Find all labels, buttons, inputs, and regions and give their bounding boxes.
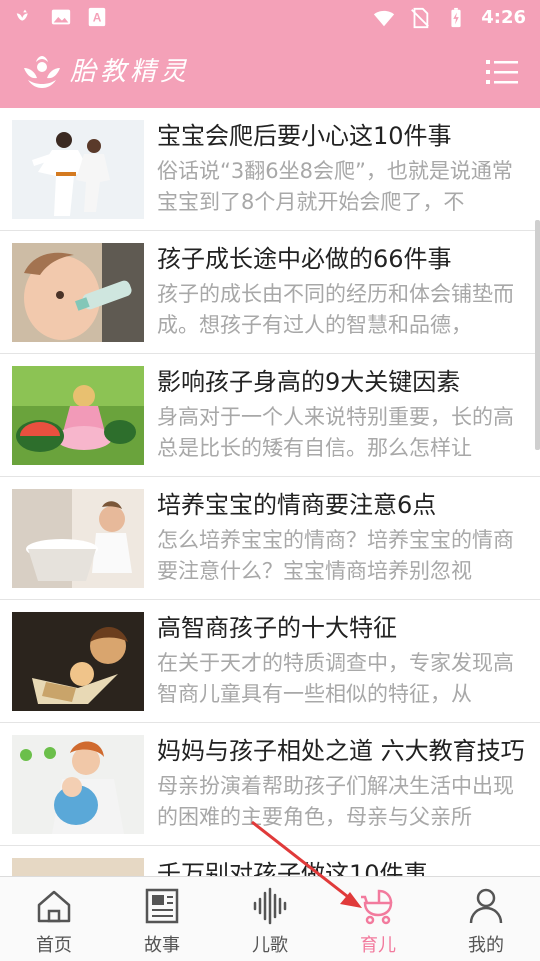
article-thumbnail — [12, 243, 144, 342]
app-notification-icon — [16, 9, 28, 21]
article-thumbnail — [12, 366, 144, 465]
app-title: 胎教精灵 — [70, 57, 191, 87]
clock-time: 4:26 — [481, 7, 526, 28]
stroller-icon — [361, 889, 393, 925]
tab-label: 育儿 — [360, 935, 396, 956]
no-sim-icon — [411, 7, 430, 29]
article-item[interactable]: 孩子成长途中必做的66件事 孩子的成长由不同的经历和体会铺垫而成。想孩子有过人的… — [0, 231, 540, 354]
article-thumbnail — [12, 489, 144, 588]
tab-label: 儿歌 — [252, 935, 288, 956]
status-bar: A 4:26 — [0, 0, 540, 36]
article-summary: 孩子的成长由不同的经历和体会铺垫而成。想孩子有过人的智慧和品德， — [157, 282, 514, 337]
article-feed[interactable]: 宝宝会爬后要小心这10件事 俗话说“3翻6坐8会爬”，也就是说通常宝宝到了8个月… — [0, 108, 540, 876]
app-bar: 胎教精灵 — [0, 36, 540, 108]
article-item[interactable]: 高智商孩子的十大特征 在关于天才的特质调查中，专家发现高智商儿童具有一些相似的特… — [0, 600, 540, 723]
article-title: 影响孩子身高的9大关键因素 — [157, 368, 461, 396]
article-item[interactable]: 宝宝会爬后要小心这10件事 俗话说“3翻6坐8会爬”，也就是说通常宝宝到了8个月… — [0, 108, 540, 231]
article-summary: 在关于天才的特质调查中，专家发现高智商儿童具有一些相似的特征，从 — [157, 651, 514, 706]
tab-label: 我的 — [468, 935, 504, 956]
bottom-navigation: 首页 故事 儿歌 育儿 我的 — [0, 876, 540, 961]
svg-text:A: A — [93, 11, 102, 25]
app-logo-icon — [24, 56, 60, 88]
person-icon — [469, 888, 503, 924]
image-icon — [51, 9, 71, 25]
tab-parenting[interactable]: 育儿 — [324, 877, 432, 961]
article-summary: 母亲扮演着帮助孩子们解决生活中出现的困难的主要角色，母亲与父亲所 — [157, 774, 514, 829]
tab-songs[interactable]: 儿歌 — [216, 877, 324, 961]
audio-wave-icon — [253, 887, 287, 925]
scrollbar[interactable] — [535, 220, 540, 450]
wifi-icon — [374, 10, 395, 27]
article-item[interactable]: 影响孩子身高的9大关键因素 身高对于一个人来说特别重要，长的高总是比长的矮有自信… — [0, 354, 540, 477]
article-title: 高智商孩子的十大特征 — [157, 614, 397, 642]
tab-home[interactable]: 首页 — [0, 877, 108, 961]
article-summary: 俗话说“3翻6坐8会爬”，也就是说通常宝宝到了8个月就开始会爬了，不 — [157, 159, 513, 214]
article-title: 培养宝宝的情商要注意6点 — [157, 491, 437, 519]
tab-profile[interactable]: 我的 — [432, 877, 540, 961]
article-title: 孩子成长途中必做的66件事 — [157, 245, 452, 273]
article-title: 宝宝会爬后要小心这10件事 — [157, 122, 452, 150]
article-thumbnail — [12, 735, 144, 834]
article-item[interactable]: 培养宝宝的情商要注意6点 怎么培养宝宝的情商？培养宝宝的情商要注意什么？宝宝情商… — [0, 477, 540, 600]
tab-label: 首页 — [36, 935, 72, 956]
battery-charging-icon — [451, 7, 461, 28]
article-thumbnail — [12, 612, 144, 711]
newspaper-icon — [145, 888, 179, 924]
article-summary: 怎么培养宝宝的情商？培养宝宝的情商要注意什么？宝宝情商培养别忽视 — [157, 528, 514, 583]
article-thumbnail — [12, 858, 144, 876]
font-a-icon: A — [88, 7, 106, 27]
menu-icon[interactable] — [486, 58, 518, 86]
tab-label: 故事 — [144, 935, 180, 956]
article-item[interactable]: 妈妈与孩子相处之道 六大教育技巧 母亲扮演着帮助孩子们解决生活中出现的困难的主要… — [0, 723, 540, 846]
article-thumbnail — [12, 120, 144, 219]
article-item[interactable]: 千万别对孩子做这10件事 — [0, 846, 540, 876]
article-summary: 身高对于一个人来说特别重要，长的高总是比长的矮有自信。那么怎样让 — [157, 405, 514, 460]
article-title: 妈妈与孩子相处之道 六大教育技巧 — [157, 737, 525, 765]
home-icon — [37, 890, 71, 923]
tab-stories[interactable]: 故事 — [108, 877, 216, 961]
article-title: 千万别对孩子做这10件事 — [157, 860, 428, 876]
